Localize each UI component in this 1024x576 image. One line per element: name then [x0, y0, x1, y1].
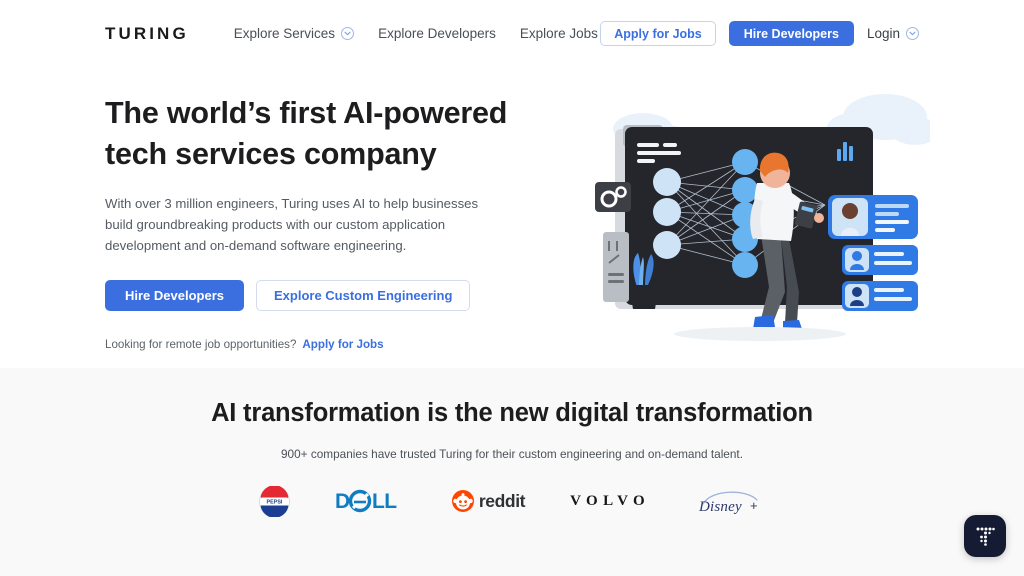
navbar: TURING Explore Services Explore Develope…: [0, 0, 1024, 67]
page-root: TURING Explore Services Explore Develope…: [0, 0, 1024, 576]
volvo-logo: VOLVO: [570, 484, 650, 518]
hero-section: The world’s first AI-powered tech servic…: [0, 67, 1024, 368]
turing-logo[interactable]: TURING: [105, 24, 189, 44]
hero-title: The world’s first AI-powered tech servic…: [105, 96, 508, 171]
chat-widget-button[interactable]: [964, 515, 1006, 557]
apply-for-jobs-button[interactable]: Apply for Jobs: [600, 21, 716, 46]
volvo-wordmark: VOLVO: [570, 492, 651, 509]
section-subheading: 900+ companies have trusted Turing for t…: [280, 447, 743, 461]
nav-item-explore-developers[interactable]: Explore Developers: [378, 26, 496, 41]
chevron-down-circle-icon: [341, 27, 355, 40]
section-heading: AI transformation is the new digital tra…: [211, 399, 813, 427]
svg-text:LL: LL: [372, 490, 397, 513]
disney-plus-logo: Disney +: [695, 484, 765, 518]
dell-logo: D LL: [335, 484, 407, 518]
hero-explore-custom-engineering-button[interactable]: Explore Custom Engineering: [256, 279, 471, 311]
hero-hire-developers-button[interactable]: Hire Developers: [105, 279, 244, 311]
svg-text:PEPSI: PEPSI: [266, 499, 282, 505]
nav-item-explore-jobs[interactable]: Explore Jobs: [520, 26, 598, 41]
reddit-wordmark: reddit: [478, 490, 526, 511]
hero-note: Looking for remote job opportunities? Ap…: [105, 338, 525, 351]
nav-actions: Apply for Jobs Hire Developers Login: [600, 0, 919, 67]
hero-subtitle: With over 3 million engineers, Turing us…: [105, 195, 479, 254]
turing-logo-icon: [976, 527, 995, 546]
hero-illustration: [585, 87, 930, 352]
nav-links: Explore Services Explore Developers Expl…: [234, 26, 598, 41]
hire-developers-button[interactable]: Hire Developers: [728, 21, 854, 46]
hero-cta-group: Hire Developers Explore Custom Engineeri…: [105, 279, 525, 311]
gears-icon: [595, 182, 631, 212]
login-label: Login: [866, 26, 900, 41]
svg-text:Disney: Disney: [698, 499, 742, 515]
nav-item-explore-services[interactable]: Explore Services: [233, 26, 355, 41]
login-menu[interactable]: Login: [867, 26, 919, 41]
hero-apply-for-jobs-link[interactable]: Apply for Jobs: [302, 338, 383, 351]
hero-content: The world’s first AI-powered tech servic…: [105, 93, 525, 351]
chevron-down-circle-icon: [906, 27, 919, 40]
reddit-logo: reddit: [451, 484, 526, 518]
pepsi-logo: PEPSI: [258, 484, 290, 518]
nav-item-label: Explore Services: [233, 26, 336, 41]
hero-note-text: Looking for remote job opportunities?: [105, 337, 297, 351]
nav-item-label: Explore Developers: [378, 26, 496, 41]
social-proof-section: AI transformation is the new digital tra…: [0, 368, 1024, 576]
svg-text:+: +: [750, 498, 758, 513]
client-logo-strip: PEPSI D LL reddit VOLVO Disney +: [0, 484, 1024, 518]
nav-item-label: Explore Jobs: [519, 26, 598, 41]
svg-text:D: D: [335, 490, 350, 513]
